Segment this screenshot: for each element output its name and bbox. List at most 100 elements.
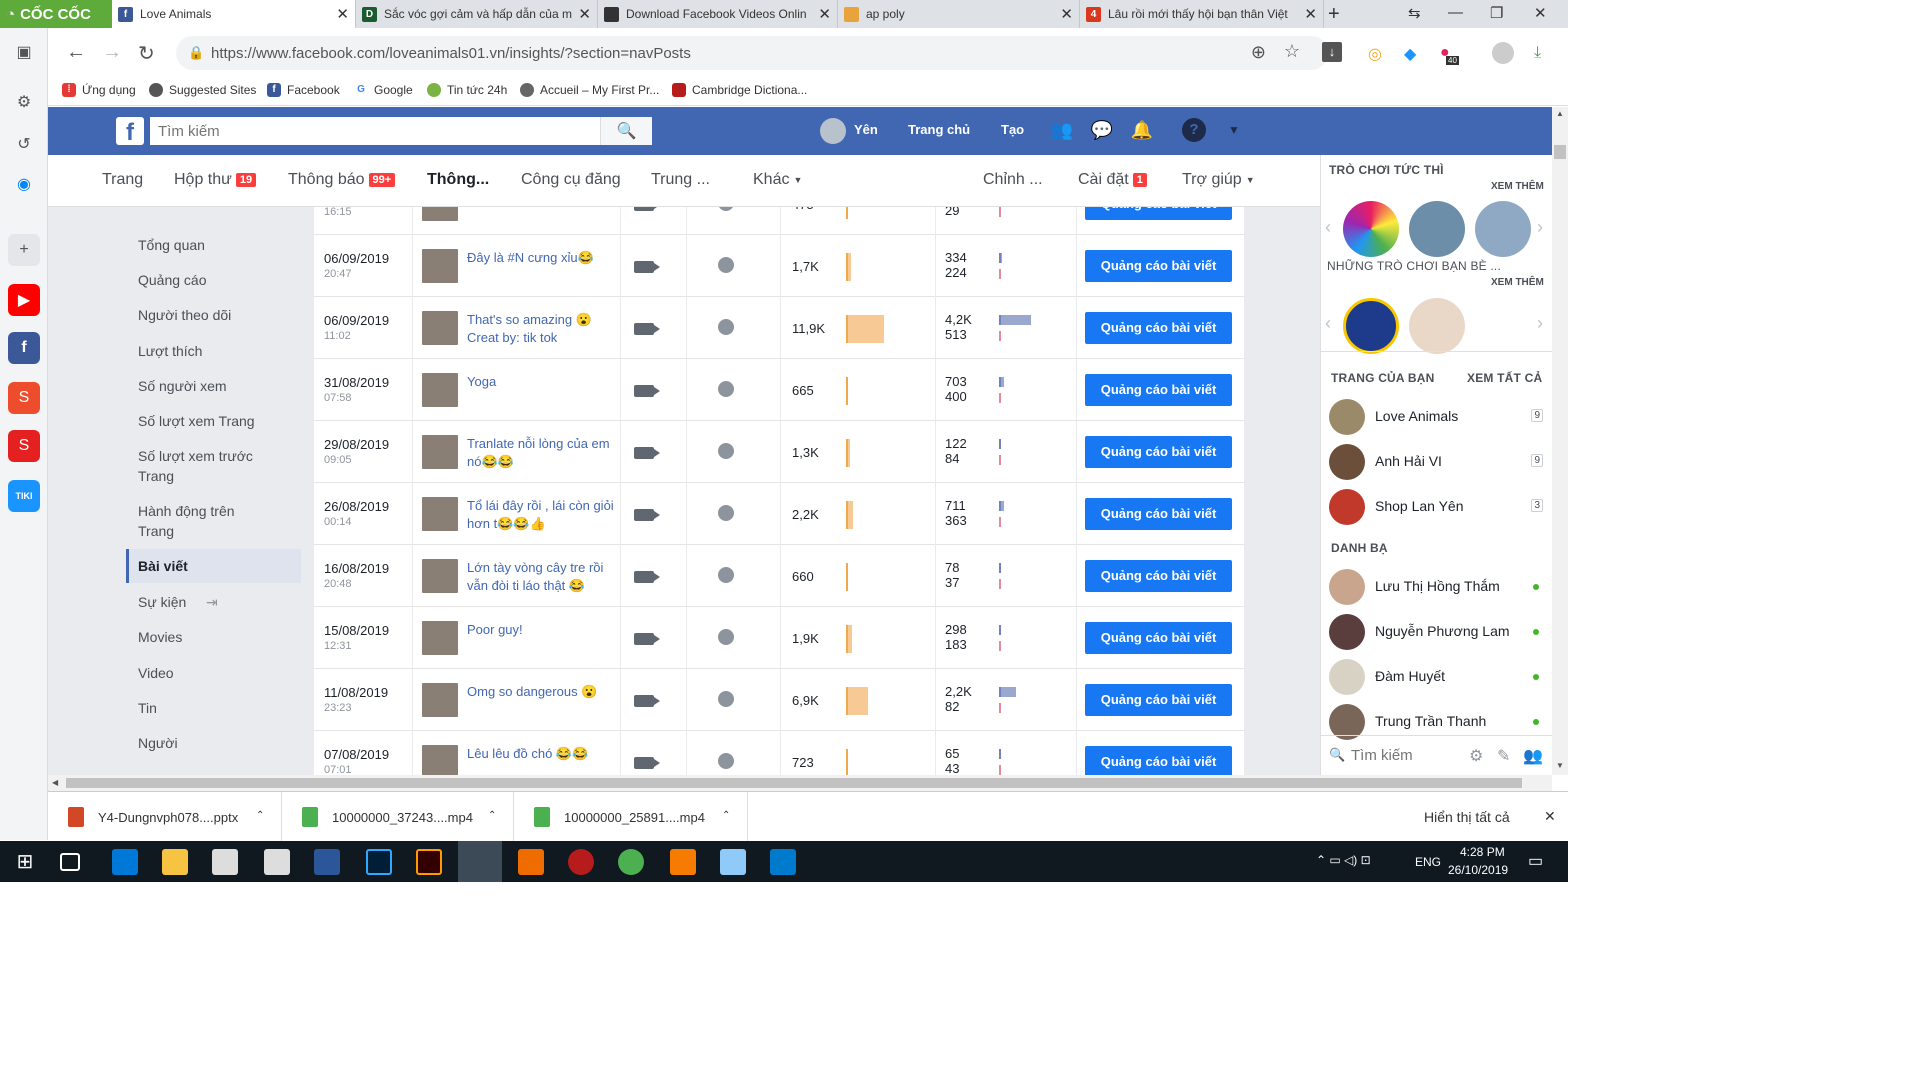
post-thumbnail[interactable] xyxy=(422,559,458,593)
compose-icon[interactable]: ✎ xyxy=(1497,746,1510,766)
illustrator-icon[interactable] xyxy=(416,849,442,875)
sidebar-item-movies[interactable]: Movies xyxy=(126,627,301,647)
post-thumbnail[interactable] xyxy=(422,683,458,717)
download-item[interactable]: 10000000_25891....mp4 ⌃ xyxy=(514,792,748,842)
new-tab-icon[interactable]: + xyxy=(1328,3,1340,26)
post-title-link[interactable]: Tranlate nỗi lòng của em nó😂😂 xyxy=(467,435,615,471)
facebook-search[interactable] xyxy=(150,117,652,145)
close-icon[interactable]: ✕ xyxy=(818,5,831,23)
friends-icon[interactable]: 👥 xyxy=(1050,118,1074,142)
tab-inbox[interactable]: Hộp thư 19 xyxy=(174,171,257,189)
address-bar[interactable]: 🔒 https://www.facebook.com/loveanimals01… xyxy=(176,36,1328,70)
extension-icon[interactable]: ◎ xyxy=(1368,44,1382,64)
url-text[interactable]: https://www.facebook.com/loveanimals01.v… xyxy=(211,45,691,62)
mail-icon[interactable] xyxy=(264,849,290,875)
post-thumbnail[interactable] xyxy=(422,621,458,655)
messenger-icon[interactable]: ◉ xyxy=(8,168,40,200)
history-icon[interactable]: ↺ xyxy=(8,128,40,160)
notifications-icon[interactable]: ▭ xyxy=(1528,851,1543,871)
post-title-link[interactable]: Lớn tày vòng cây tre rồi vẫn đòi ti láo … xyxy=(467,559,615,595)
chevron-left-icon[interactable]: ‹ xyxy=(1325,217,1331,238)
boost-post-button[interactable]: Quảng cáo bài viết xyxy=(1085,622,1232,654)
download-item[interactable]: 10000000_37243....mp4 ⌃ xyxy=(282,792,514,842)
boost-post-button[interactable]: Quảng cáo bài viết xyxy=(1085,684,1232,716)
boost-post-button[interactable]: Quảng cáo bài viết xyxy=(1085,207,1232,220)
facebook-logo-icon[interactable]: f xyxy=(116,117,144,146)
sidebar-item-events[interactable]: Sự kiện ⇥ xyxy=(126,592,301,612)
see-all-link[interactable]: XEM TẤT CẢ xyxy=(1467,371,1542,385)
back-icon[interactable]: ← xyxy=(66,41,86,64)
post-title-link[interactable]: Omg so dangerous 😮 xyxy=(467,683,615,701)
store-icon[interactable] xyxy=(212,849,238,875)
horizontal-scrollbar[interactable]: ◀ xyxy=(48,775,1552,791)
list-item[interactable]: Love Animals 9 xyxy=(1329,397,1553,437)
tab-3[interactable]: Download Facebook Videos Onlin ✕ xyxy=(598,0,838,28)
post-title-link[interactable]: Yoga xyxy=(467,373,615,391)
tab-help[interactable]: Trợ giúp ▼ xyxy=(1182,171,1255,189)
messenger-icon[interactable]: 💬 xyxy=(1090,118,1114,142)
download-item[interactable]: Y4-Dungnvph078....pptx ⌃ xyxy=(48,792,282,842)
avatar[interactable] xyxy=(820,118,846,144)
create-link[interactable]: Tạo xyxy=(1001,122,1024,137)
facebook-icon[interactable]: f xyxy=(8,332,40,364)
bookmark-suggested[interactable]: Suggested Sites xyxy=(149,83,256,97)
app-icon[interactable] xyxy=(720,849,746,875)
profile-avatar[interactable] xyxy=(1492,42,1514,64)
sidebar-item-posts[interactable]: Bài viết xyxy=(126,549,301,583)
tab-page[interactable]: Trang xyxy=(102,171,143,189)
contact-item[interactable]: Đàm Huyết xyxy=(1329,657,1553,697)
post-thumbnail[interactable] xyxy=(422,745,458,775)
sublime-icon[interactable] xyxy=(518,849,544,875)
tab-publishing-tools[interactable]: Công cụ đăng xyxy=(521,171,621,189)
scroll-thumb[interactable] xyxy=(66,778,1522,788)
post-title-link[interactable]: Tổ lái đây rồi , lái còn giỏi hơn t😂😂👍 xyxy=(467,497,615,533)
help-icon[interactable]: ? xyxy=(1182,118,1206,142)
chevron-up-icon[interactable]: ⌃ xyxy=(488,810,496,821)
contact-item[interactable]: Nguyễn Phương Lam xyxy=(1329,612,1553,652)
chevron-up-icon[interactable]: ⌃ xyxy=(256,810,264,821)
game-thumbnail[interactable] xyxy=(1343,298,1399,354)
post-title-link[interactable]: Poor guy! xyxy=(467,621,615,639)
search-input[interactable] xyxy=(150,117,590,145)
home-link[interactable]: Trang chủ xyxy=(908,122,970,137)
contacts-search-input[interactable] xyxy=(1351,744,1461,766)
tiki-icon[interactable]: TIKI xyxy=(8,480,40,512)
language-indicator[interactable]: ENG xyxy=(1415,855,1441,869)
scroll-left-icon[interactable]: ◀ xyxy=(52,778,58,787)
tab-insights[interactable]: Thông... xyxy=(427,171,489,189)
chevron-left-icon[interactable]: ‹ xyxy=(1325,313,1331,334)
bookmark-tintuc[interactable]: Tin tức 24h xyxy=(427,83,507,97)
youtube-icon[interactable]: ▶ xyxy=(8,284,40,316)
contact-item[interactable]: Lưu Thị Hồng Thắm xyxy=(1329,567,1553,607)
download-page-icon[interactable]: ↓ xyxy=(1322,42,1342,62)
post-thumbnail[interactable] xyxy=(422,207,458,221)
boost-post-button[interactable]: Quảng cáo bài viết xyxy=(1085,746,1232,775)
bookmark-google[interactable]: G Google xyxy=(354,83,413,97)
vertical-scrollbar[interactable]: ▲ ▼ xyxy=(1552,107,1568,775)
maximize-icon[interactable]: ❐ xyxy=(1490,4,1503,22)
post-title-link[interactable]: Đây là #N cưng xỉu😂 xyxy=(467,249,615,267)
forward-icon[interactable]: → xyxy=(102,41,122,64)
chevron-right-icon[interactable]: › xyxy=(1537,217,1543,238)
boost-post-button[interactable]: Quảng cáo bài viết xyxy=(1085,560,1232,592)
photoshop-icon[interactable] xyxy=(366,849,392,875)
explorer-icon[interactable] xyxy=(162,849,188,875)
clock-time[interactable]: 4:28 PM xyxy=(1460,845,1505,859)
search-icon[interactable]: 🔍 xyxy=(600,117,652,145)
show-all-downloads[interactable]: Hiển thị tất cả xyxy=(1424,809,1510,825)
list-item[interactable]: Anh Hải VI 9 xyxy=(1329,442,1553,482)
word-icon[interactable] xyxy=(314,849,340,875)
clock-date[interactable]: 26/10/2019 xyxy=(1448,863,1508,877)
star-icon[interactable]: ☆ xyxy=(1284,41,1300,62)
vscode-icon[interactable] xyxy=(770,849,796,875)
boost-post-button[interactable]: Quảng cáo bài viết xyxy=(1085,312,1232,344)
chrome-icon[interactable] xyxy=(618,849,644,875)
post-thumbnail[interactable] xyxy=(422,435,458,469)
close-icon[interactable]: ✕ xyxy=(336,5,349,23)
tab-4[interactable]: ap poly ✕ xyxy=(838,0,1080,28)
chevron-right-icon[interactable]: › xyxy=(1537,313,1543,334)
tab-5[interactable]: 4 Lâu rồi mới thấy hội bạn thân Việt ✕ xyxy=(1080,0,1324,28)
edge-icon[interactable] xyxy=(112,849,138,875)
close-icon[interactable]: ✕ xyxy=(1304,5,1317,23)
sendo-icon[interactable]: S xyxy=(8,430,40,462)
